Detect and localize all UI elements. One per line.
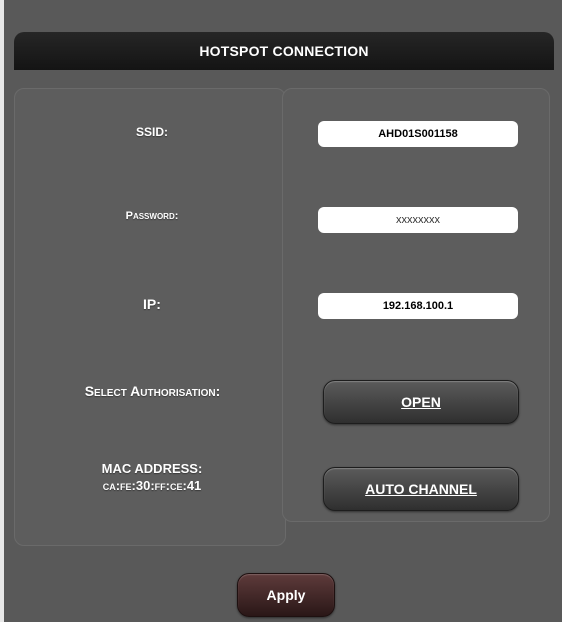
apply-button-label: Apply (266, 587, 306, 603)
panel-title: HOTSPOT CONNECTION (199, 43, 369, 59)
apply-button[interactable]: Apply (237, 573, 335, 617)
authorisation-open-button[interactable]: OPEN (323, 380, 519, 424)
panel-header: HOTSPOT CONNECTION (14, 32, 554, 70)
authorisation-label: Select Authorisation: (84, 383, 221, 399)
ip-label: IP: (143, 296, 161, 312)
mac-address-label: MAC ADDRESS: (101, 461, 203, 476)
mac-address-value: ca:fe:30:ff:ce:41 (102, 478, 202, 493)
auto-channel-button-label: AUTO CHANNEL (365, 481, 477, 497)
authorisation-button-label: OPEN (401, 394, 441, 410)
auto-channel-button[interactable]: AUTO CHANNEL (323, 467, 519, 511)
ip-input[interactable] (318, 293, 518, 319)
ssid-label: SSID: (135, 125, 168, 139)
password-input[interactable] (318, 207, 518, 233)
password-label: Password: (125, 210, 179, 222)
ssid-input[interactable] (318, 121, 518, 147)
